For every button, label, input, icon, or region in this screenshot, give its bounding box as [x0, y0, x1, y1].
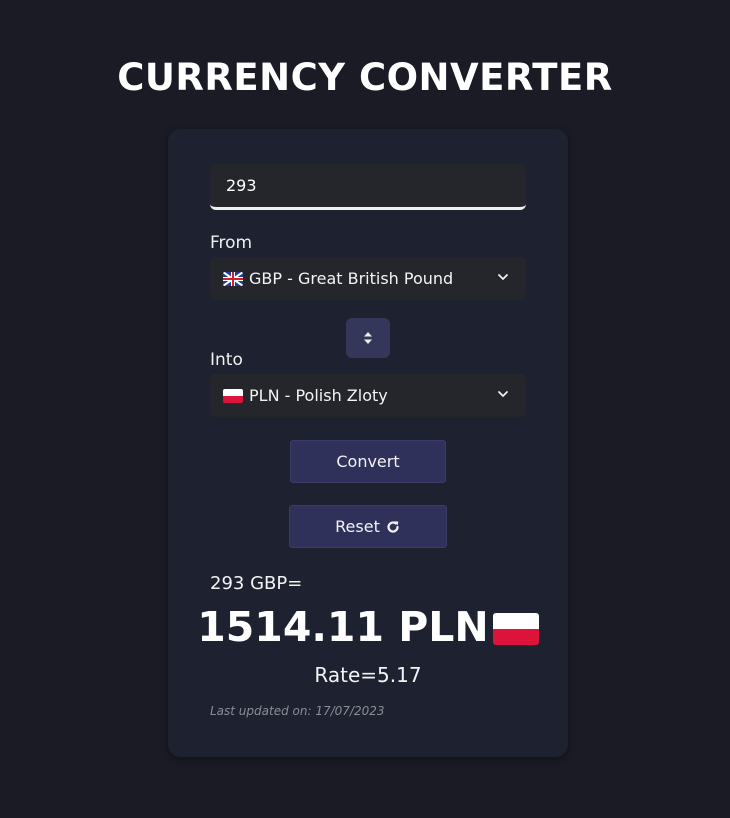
last-updated-text: Last updated on: 17/07/2023 [210, 704, 385, 718]
exchange-rate: Rate=5.17 [314, 663, 422, 687]
sort-icon [364, 332, 372, 344]
pl-flag-icon [223, 388, 243, 403]
from-currency-select[interactable]: GBP - Great British Pound [210, 257, 526, 300]
into-label: Into [210, 350, 243, 370]
chevron-down-icon [498, 274, 508, 280]
reset-button-label: Reset [335, 517, 380, 536]
conversion-result: 1514.11 PLN [168, 603, 568, 651]
from-label: From [210, 233, 253, 253]
convert-button[interactable]: Convert [290, 440, 446, 483]
gb-flag-icon [223, 271, 243, 286]
conversion-result-amount: 1514.11 PLN [197, 603, 489, 651]
converter-card: From GBP - Great British Pound Into PLN … [168, 129, 568, 757]
swap-currencies-button[interactable] [346, 318, 390, 358]
into-currency-select[interactable]: PLN - Polish Zloty [210, 374, 526, 417]
chevron-down-icon [498, 391, 508, 397]
reset-button[interactable]: Reset [289, 505, 447, 548]
conversion-source-text: 293 GBP= [210, 573, 303, 594]
convert-button-label: Convert [336, 452, 400, 471]
refresh-icon [387, 520, 399, 533]
page-title: CURRENCY CONVERTER [117, 56, 613, 99]
pl-flag-icon [492, 613, 539, 645]
from-currency-value: GBP - Great British Pound [249, 269, 454, 288]
amount-input[interactable] [210, 164, 526, 210]
into-currency-value: PLN - Polish Zloty [249, 386, 388, 405]
